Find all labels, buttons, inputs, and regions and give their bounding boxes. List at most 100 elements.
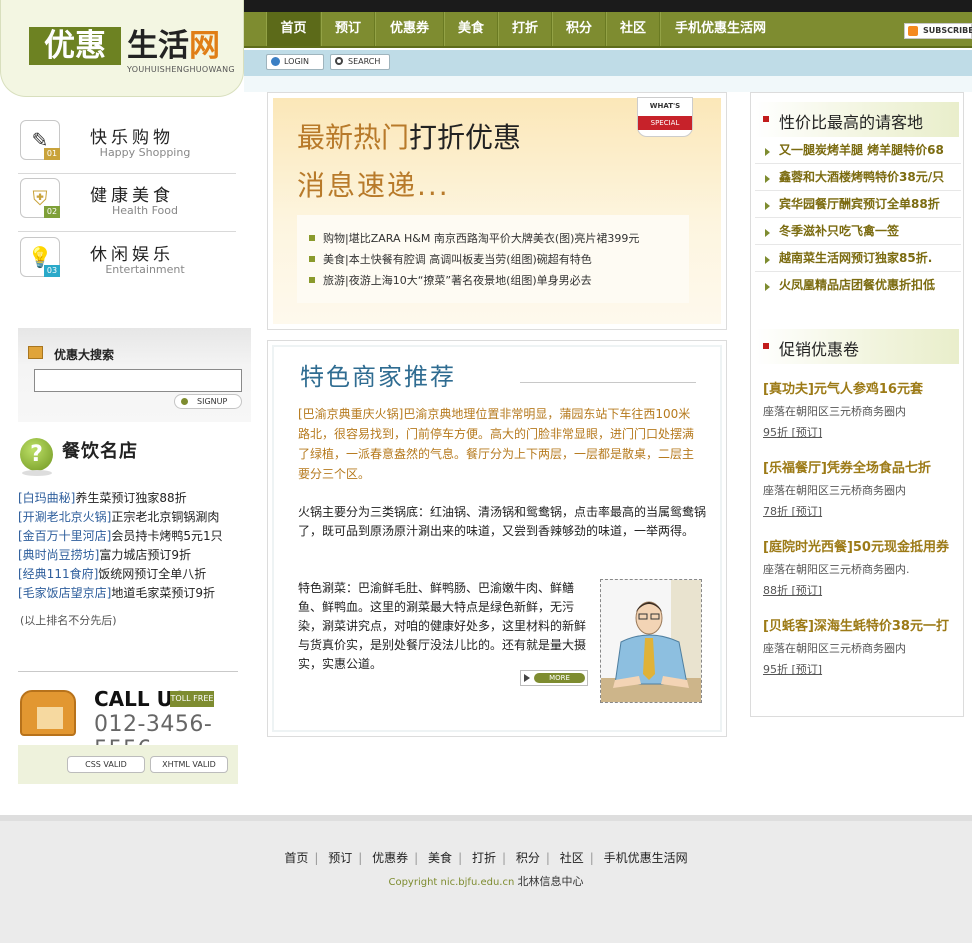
logo-text-b: 网 — [189, 28, 220, 64]
nav-coupons[interactable]: 优惠券 — [375, 12, 444, 46]
more-label: MORE — [534, 673, 585, 683]
css-valid-button[interactable]: CSS VALID — [67, 756, 145, 773]
category-number: 03 — [44, 265, 60, 277]
restaurant-name: [白玛曲秘] — [18, 491, 76, 505]
featured-merchant-panel: 特色商家推荐 [巴渝京典重庆火锅]巴渝京典地理位置非常明显，蒲园东站下车往西10… — [267, 340, 727, 737]
featured-paragraph: 特色涮菜：巴渝鲜毛肚、鲜鸭肠、巴渝嫩牛肉、鲜鳝鱼、鲜鸭血。这里的涮菜最大特点是绿… — [298, 581, 587, 671]
coupon-description: 座落在朝阳区三元桥商务圈内. — [763, 563, 910, 576]
list-item[interactable]: 冬季滋补只吃飞禽一签 — [755, 218, 961, 245]
title-divider — [520, 382, 696, 383]
telephone-icon — [20, 690, 76, 736]
category-shopping[interactable]: ✎ 01 快乐购物 Happy Shopping — [18, 118, 236, 174]
category-title: 健康美食 — [90, 186, 174, 206]
restaurant-offer: 养生菜预订独家88折 — [75, 491, 187, 505]
login-button[interactable]: LOGIN — [266, 54, 324, 70]
restaurants-note: (以上排名不分先后) — [20, 614, 117, 627]
list-item[interactable]: 宾华园餐厅酬宾预订全单88折 — [755, 191, 961, 218]
nav-food[interactable]: 美食 — [444, 12, 498, 46]
category-subtitle: Health Food — [112, 204, 178, 217]
footer-link-home[interactable]: 首页 — [284, 851, 308, 865]
list-item[interactable]: 购物|堪比ZARA H&M 南京西路淘平价大牌美衣(图)亮片裙399元 — [307, 228, 689, 249]
header-band — [244, 76, 972, 92]
logo-mark: 优惠 — [29, 27, 121, 65]
list-item[interactable]: [经典111食府]饭统网预订全单八折 — [18, 565, 248, 584]
category-title: 快乐购物 — [90, 128, 174, 148]
special-badge: WHAT'S SPECIAL — [637, 97, 693, 137]
more-button[interactable]: MORE — [520, 670, 588, 686]
separator: | — [589, 851, 594, 865]
logo[interactable]: 优惠 生活网 YOUHUISHENGHUOWANG — [0, 0, 244, 97]
hot-deals-banner: 最新热门打折优惠 消息速递... WHAT'S SPECIAL 购物|堪比ZAR… — [273, 97, 721, 324]
nav-discounts[interactable]: 打折 — [498, 12, 552, 46]
footer-link-booking[interactable]: 预订 — [328, 851, 352, 865]
category-entertainment[interactable]: 💡 03 休闲娱乐 Entertainment — [18, 235, 236, 291]
signup-button[interactable]: SIGNUP — [174, 394, 242, 409]
hot-title-part-a: 最新热门 — [297, 121, 410, 154]
user-icon — [271, 57, 280, 66]
copyright: Copyright nic.bjfu.edu.cn 北林信息中心 — [0, 873, 972, 889]
copyright-text: Copyright nic.bjfu.edu.cn — [388, 877, 515, 888]
list-item[interactable]: 鑫蓉和大酒楼烤鸭特价38元/只 — [755, 164, 961, 191]
list-item[interactable]: [白玛曲秘]养生菜预订独家88折 — [18, 489, 248, 508]
list-item[interactable]: [开涮老北京火锅]正宗老北京铜锅涮肉 — [18, 508, 248, 527]
footer-link-mobile[interactable]: 手机优惠生活网 — [604, 851, 688, 865]
featured-paragraph: 火锅主要分为三类锅底：红油锅、清汤锅和鸳鸯锅，点击率最高的当属鸳鸯锅了，既可品到… — [298, 505, 707, 538]
search-panel-title: 优惠大搜索 — [54, 348, 115, 362]
footer-link-discounts[interactable]: 打折 — [472, 851, 496, 865]
coupon-title[interactable]: [庭院时光西餐]50元现金抵用券 — [763, 536, 959, 555]
main-nav: 首页 预订 优惠券 美食 打折 积分 社区 手机优惠生活网 — [244, 12, 972, 48]
coupon-title[interactable]: [真功夫]元气人参鸡16元套 — [763, 378, 959, 397]
signup-label: SIGNUP — [197, 397, 228, 406]
coupon-title[interactable]: [乐福餐厅]凭券全场食品七折 — [763, 457, 959, 476]
coupon-description: 座落在朝阳区三元桥商务圈内 — [763, 642, 906, 655]
footer-link-coupons[interactable]: 优惠券 — [372, 851, 408, 865]
logo-text-a: 生活 — [127, 28, 189, 64]
nav-points[interactable]: 积分 — [552, 12, 606, 46]
xhtml-valid-button[interactable]: XHTML VALID — [150, 756, 228, 773]
restaurant-offer: 正宗老北京铜锅涮肉 — [111, 510, 220, 524]
footer-link-food[interactable]: 美食 — [428, 851, 452, 865]
coupon-item: [庭院时光西餐]50元现金抵用券 座落在朝阳区三元桥商务圈内. 88折 [预订] — [763, 536, 959, 598]
list-item[interactable]: 越南菜生活网预订独家85折. — [755, 245, 961, 272]
nav-home[interactable]: 首页 — [266, 12, 321, 46]
coupon-book-link[interactable]: 95折 [预订] — [763, 424, 959, 440]
list-item[interactable]: 美食|本土快餐有腔调 高调叫板麦当劳(组图)碗超有特色 — [307, 249, 689, 270]
special-badge-label: SPECIAL — [638, 116, 692, 130]
category-number: 01 — [44, 148, 60, 160]
list-item[interactable]: 火凤凰精品店团餐优惠折扣低 — [755, 272, 961, 299]
coupons-title: 促销优惠卷 — [779, 340, 860, 359]
hot-deals-list: 购物|堪比ZARA H&M 南京西路淘平价大牌美衣(图)亮片裙399元 美食|本… — [297, 215, 689, 303]
search-input[interactable] — [34, 369, 242, 392]
contact-panel: CALL US TOLL FREE 012-3456-5556 CSS VALI… — [18, 671, 238, 784]
category-food[interactable]: ⛨ 02 健康美食 Health Food — [18, 176, 236, 232]
footer-link-points[interactable]: 积分 — [516, 851, 540, 865]
list-item[interactable]: [毛家饭店望京店]地道毛家菜预订9折 — [18, 584, 248, 603]
subscribe-button[interactable]: SUBSCRIBE — [904, 23, 972, 39]
question-icon: ? — [20, 438, 53, 471]
featured-intro: [巴渝京典重庆火锅]巴渝京典地理位置非常明显，蒲园东站下车往西100米路北，很容… — [298, 407, 695, 481]
separator: | — [414, 851, 419, 865]
list-item[interactable]: 又一腿炭烤羊腿 烤羊腿特价68 — [755, 137, 961, 164]
nav-mobile[interactable]: 手机优惠生活网 — [660, 12, 780, 46]
search-button[interactable]: SEARCH — [330, 54, 390, 70]
value-dining-header: 性价比最高的请客地 — [755, 102, 959, 137]
footer-link-community[interactable]: 社区 — [560, 851, 584, 865]
coupon-book-link[interactable]: 95折 [预订] — [763, 661, 959, 677]
restaurant-name: [开涮老北京火锅] — [18, 510, 112, 524]
folder-icon — [28, 346, 43, 359]
restaurant-offer: 地道毛家菜预订9折 — [111, 586, 216, 600]
arrow-right-icon — [524, 674, 530, 682]
coupon-book-link[interactable]: 78折 [预订] — [763, 503, 959, 519]
coupon-book-link[interactable]: 88折 [预订] — [763, 582, 959, 598]
list-item[interactable]: 旅游|夜游上海10大“撩菜”著名夜景地(组图)单身男必去 — [307, 270, 689, 291]
nav-booking[interactable]: 预订 — [321, 12, 375, 46]
hot-deals-title: 最新热门打折优惠 — [297, 116, 521, 156]
value-dining-list: 又一腿炭烤羊腿 烤羊腿特价68 鑫蓉和大酒楼烤鸭特价38元/只 宾华园餐厅酬宾预… — [755, 137, 961, 299]
list-item[interactable]: [金百万十里河店]会员持卡烤鸭5元1只 — [18, 527, 248, 546]
logo-text: 生活网 — [127, 27, 220, 65]
nav-community[interactable]: 社区 — [606, 12, 660, 46]
list-item[interactable]: [典时尚豆捞坊]富力城店预订9折 — [18, 546, 248, 565]
featured-title: 特色商家推荐 — [300, 363, 456, 391]
coupon-description: 座落在朝阳区三元桥商务圈内 — [763, 484, 906, 497]
coupon-title[interactable]: [贝蚝客]深海生蚝特价38元一打 — [763, 615, 959, 634]
